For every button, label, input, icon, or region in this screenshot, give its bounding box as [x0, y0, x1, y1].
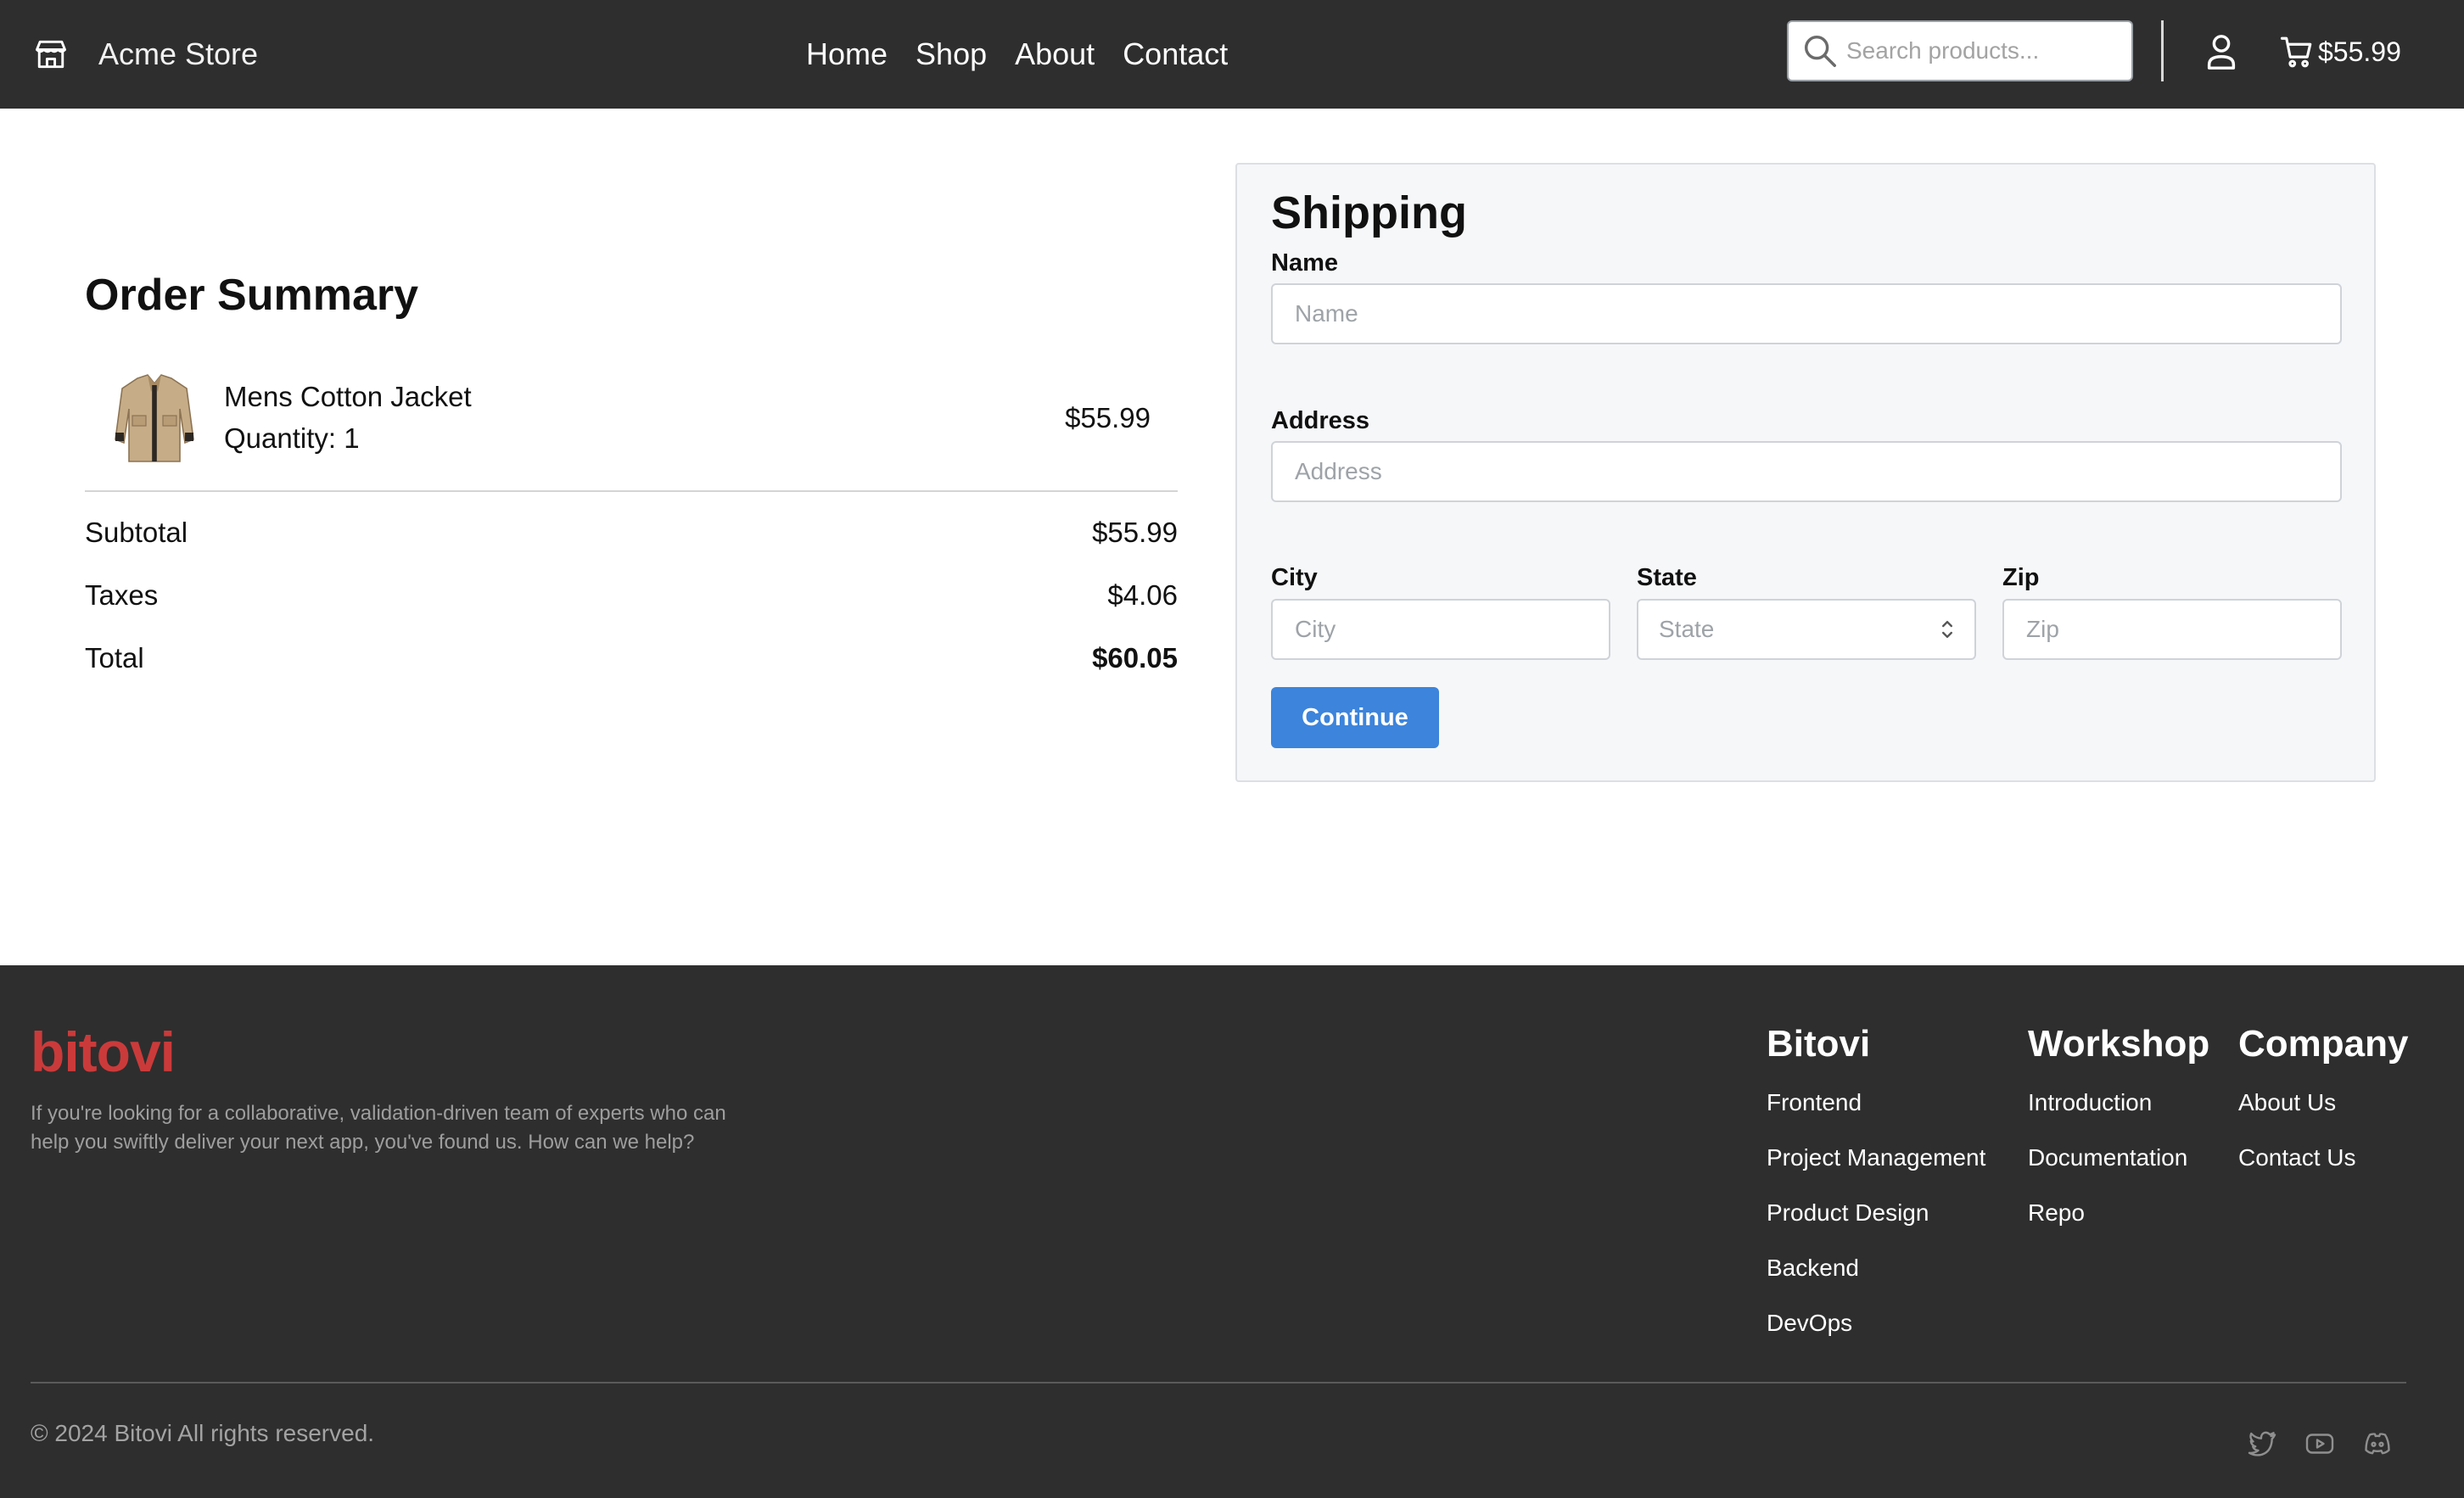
shipping-title: Shipping: [1271, 187, 1467, 238]
subtotal-row: Subtotal $55.99: [85, 514, 1178, 551]
cart-icon: [2280, 36, 2312, 68]
discord-icon[interactable]: [2362, 1428, 2393, 1459]
footer-link-product-design[interactable]: Product Design: [1767, 1199, 1985, 1255]
total-value: $60.05: [1092, 642, 1178, 674]
search-input[interactable]: [1846, 37, 2118, 64]
zip-label: Zip: [2002, 564, 2040, 591]
name-input[interactable]: [1271, 283, 2342, 344]
site-footer: bitovi If you're looking for a collabora…: [0, 965, 2464, 1498]
subtotal-value: $55.99: [1092, 517, 1178, 548]
total-row: Total $60.05: [85, 640, 1178, 677]
footer-column-title: Workshop: [2028, 1023, 2210, 1065]
order-summary-title: Order Summary: [85, 271, 419, 320]
name-label: Name: [1271, 249, 1338, 277]
bitovi-logo[interactable]: bitovi: [31, 1020, 176, 1084]
shipping-form: Shipping Name Address City State State Z…: [1235, 163, 2376, 782]
taxes-row: Taxes $4.06: [85, 577, 1178, 614]
footer-link-devops[interactable]: DevOps: [1767, 1310, 1985, 1365]
continue-button[interactable]: Continue: [1271, 687, 1439, 748]
site-header: Acme Store Home Shop About Contact $55.9…: [0, 0, 2464, 109]
cart-total: $55.99: [2318, 36, 2401, 67]
brand-link[interactable]: Acme Store: [32, 31, 258, 78]
footer-column-workshop: Workshop Introduction Documentation Repo: [2028, 1023, 2209, 1255]
nav-about[interactable]: About: [1015, 36, 1095, 72]
subtotal-label: Subtotal: [85, 517, 188, 548]
footer-divider: [31, 1382, 2406, 1383]
item-quantity: Quantity: 1: [224, 422, 360, 454]
zip-input[interactable]: [2002, 599, 2342, 660]
address-input[interactable]: [1271, 441, 2342, 502]
footer-link-introduction[interactable]: Introduction: [2028, 1089, 2209, 1144]
state-select[interactable]: State: [1637, 599, 1976, 660]
chevron-updown-icon: [1942, 621, 1952, 639]
search-box[interactable]: [1787, 20, 2133, 81]
state-label: State: [1637, 564, 1697, 591]
header-divider: [2161, 20, 2164, 81]
summary-divider: [85, 490, 1178, 492]
footer-link-frontend[interactable]: Frontend: [1767, 1089, 1985, 1144]
nav-home[interactable]: Home: [806, 36, 888, 72]
footer-tagline: If you're looking for a collaborative, v…: [31, 1102, 726, 1154]
city-label: City: [1271, 564, 1318, 591]
footer-column-title: Company: [2238, 1023, 2409, 1065]
footer-link-project-management[interactable]: Project Management: [1767, 1144, 1985, 1199]
copyright: © 2024 Bitovi All rights reserved.: [31, 1420, 375, 1446]
taxes-value: $4.06: [1107, 579, 1178, 611]
search-icon: [1804, 35, 1836, 67]
youtube-icon[interactable]: [2304, 1428, 2335, 1459]
footer-link-repo[interactable]: Repo: [2028, 1199, 2209, 1255]
user-icon[interactable]: [2204, 32, 2238, 71]
product-image: [115, 374, 194, 462]
state-select-value: State: [1659, 616, 1715, 642]
main-nav: Home Shop About Contact: [806, 31, 1256, 78]
city-input[interactable]: [1271, 599, 1610, 660]
footer-link-documentation[interactable]: Documentation: [2028, 1144, 2209, 1199]
footer-link-about-us[interactable]: About Us: [2238, 1089, 2408, 1144]
nav-contact[interactable]: Contact: [1123, 36, 1228, 72]
address-label: Address: [1271, 407, 1370, 434]
footer-link-contact-us[interactable]: Contact Us: [2238, 1144, 2408, 1199]
total-label: Total: [85, 642, 144, 674]
footer-column-bitovi: Bitovi Frontend Project Management Produ…: [1767, 1023, 1985, 1365]
nav-shop[interactable]: Shop: [916, 36, 987, 72]
twitter-icon[interactable]: [2247, 1428, 2277, 1459]
item-price: $55.99: [1065, 402, 1151, 433]
footer-link-backend[interactable]: Backend: [1767, 1255, 1985, 1310]
footer-column-title: Bitovi: [1767, 1023, 1871, 1065]
cart-button[interactable]: $55.99: [2279, 31, 2401, 73]
brand-name: Acme Store: [98, 36, 259, 71]
taxes-label: Taxes: [85, 579, 159, 611]
footer-column-company: Company About Us Contact Us: [2238, 1023, 2408, 1199]
store-icon: [36, 40, 66, 69]
item-name: Mens Cotton Jacket: [224, 381, 472, 412]
